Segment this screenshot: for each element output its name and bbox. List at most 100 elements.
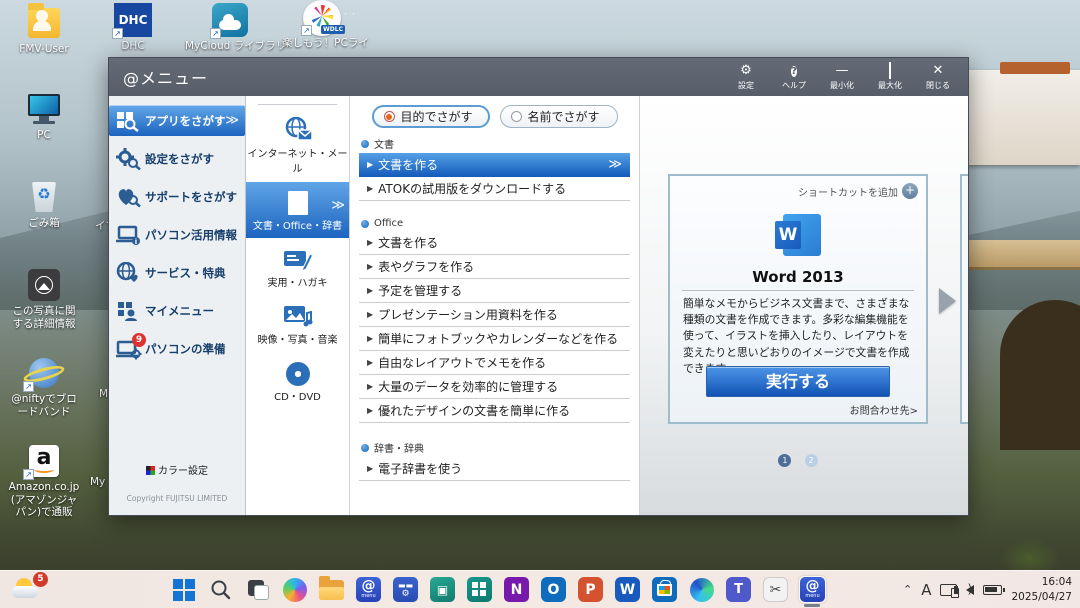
- list-item-manage-schedule[interactable]: ▶予定を管理する: [359, 279, 630, 303]
- list-item-well-designed-docs[interactable]: ▶優れたデザインの文書を簡単に作る: [359, 399, 630, 423]
- window-titlebar[interactable]: @メニュー ⚙ 設定 ? ヘルプ — 最小化 最大化: [109, 58, 968, 96]
- carousel-next-arrow[interactable]: [939, 288, 956, 314]
- triangle-icon: ▶: [367, 238, 373, 247]
- minimize-icon: —: [836, 63, 849, 79]
- copyright-text: Copyright FUJITSU LIMITED: [109, 494, 245, 503]
- powerpoint-button[interactable]: P: [577, 576, 604, 603]
- laptop-gear-icon: 9: [116, 338, 142, 360]
- widgets-button[interactable]: 5: [10, 574, 50, 606]
- triangle-icon: ▶: [367, 358, 373, 367]
- heart-search-icon: [116, 186, 142, 208]
- weather-cloud-icon: [12, 586, 38, 598]
- word-button[interactable]: W: [614, 576, 641, 603]
- teams-icon: T: [726, 577, 751, 602]
- list-item-atok-trial[interactable]: ▶ ATOKの試用版をダウンロードする: [359, 177, 630, 201]
- desktop-icon-dhc[interactable]: DHC↗ DHC: [100, 3, 166, 53]
- wallpaper-bridge: [955, 240, 1080, 270]
- category-video-photo-music[interactable]: 映像・写真・音楽: [246, 296, 349, 352]
- notification-badge: 9: [132, 333, 146, 347]
- gear-icon: ⚙: [740, 63, 752, 79]
- sidebar-item-pc-info[interactable]: i パソコン活用情報: [109, 219, 245, 250]
- category-column: インターネット・メール 文書・Office・辞書 ≫ 実用・ハガキ: [246, 96, 350, 515]
- file-explorer-button[interactable]: [318, 576, 345, 603]
- list-item-free-layout-memo[interactable]: ▶自由なレイアウトでメモを作る: [359, 351, 630, 375]
- desktop-icon-label: ごみ箱: [8, 217, 80, 230]
- triangle-icon: ▶: [367, 464, 373, 473]
- edge-button[interactable]: [688, 576, 715, 603]
- atmenu-pinned-button[interactable]: @menu: [355, 576, 382, 603]
- sidebar-item-services[interactable]: サービス・特典: [109, 257, 245, 288]
- panes-app-button[interactable]: [466, 576, 493, 603]
- page-dot-2[interactable]: 2: [805, 454, 818, 467]
- atmenu-window: @メニュー ⚙ 設定 ? ヘルプ — 最小化 最大化: [108, 57, 969, 516]
- ime-indicator[interactable]: A: [921, 581, 931, 599]
- outlook-icon: O: [541, 577, 566, 602]
- list-item-create-document[interactable]: ▶ 文書を作る ≫: [359, 153, 630, 177]
- task-view-button[interactable]: [244, 576, 271, 603]
- maximize-button[interactable]: 最大化: [868, 60, 912, 94]
- desktop-icon-amazon[interactable]: a↗ Amazon.co.jp(アマゾンジャパン)で通販: [8, 444, 80, 519]
- settings-button[interactable]: ⚙ 設定: [724, 60, 768, 94]
- copilot-button[interactable]: [281, 576, 308, 603]
- list-item-manage-data[interactable]: ▶大量のデータを効率的に管理する: [359, 375, 630, 399]
- sidebar-item-find-apps[interactable]: アプリをさがす ≫: [109, 105, 245, 136]
- teams-button[interactable]: T: [725, 576, 752, 603]
- desktop-icon-wdlc[interactable]: WDLC↗ 楽しもう！PCライ: [282, 0, 362, 50]
- start-button[interactable]: [170, 576, 197, 603]
- list-item-presentation[interactable]: ▶プレゼンテーション用資料を作る: [359, 303, 630, 327]
- snipping-tool-button[interactable]: ✂: [762, 576, 789, 603]
- triangle-icon: ▶: [367, 382, 373, 391]
- sidebar-item-find-settings[interactable]: 設定をさがす: [109, 143, 245, 174]
- maximize-icon: [889, 63, 891, 79]
- sidebar-item-pc-setup[interactable]: 9 パソコンの準備: [109, 333, 245, 364]
- desktop-icon-pc[interactable]: PC: [8, 92, 80, 142]
- desktop-icon-photo-info[interactable]: この写真に関する詳細情報: [8, 268, 80, 330]
- contact-link[interactable]: お問合わせ先>: [850, 402, 918, 417]
- outlook-button[interactable]: O: [540, 576, 567, 603]
- tray-overflow-chevron[interactable]: ⌃: [903, 583, 912, 596]
- add-shortcut-link[interactable]: ショートカットを追加 +: [798, 183, 918, 199]
- desktop-icon-fmv-user[interactable]: FMV-User: [8, 6, 80, 56]
- triangle-icon: ▶: [367, 160, 373, 169]
- run-button[interactable]: 実行する: [706, 366, 890, 397]
- atmenu-active-button[interactable]: @menu: [799, 576, 826, 603]
- desktop-icon-recycle-bin[interactable]: ♻ ごみ箱: [8, 180, 80, 230]
- ms-store-button[interactable]: [651, 576, 678, 603]
- section-bullet-icon: [361, 444, 369, 452]
- desktop-icon-label: FMV-User: [8, 43, 80, 56]
- sidebar-item-my-menu[interactable]: マイメニュー: [109, 295, 245, 326]
- desktop-icon-nifty[interactable]: ↗ @niftyでブロードバンド: [8, 356, 80, 418]
- wallpaper-roof: [1000, 62, 1070, 74]
- tab-search-by-name[interactable]: 名前でさがす: [500, 105, 618, 128]
- help-button[interactable]: ? ヘルプ: [772, 60, 816, 94]
- laptop-info-icon: i: [116, 224, 142, 246]
- atmenu-icon: @menu: [800, 577, 825, 602]
- category-docs-office[interactable]: 文書・Office・辞書 ≫: [246, 182, 349, 238]
- tab-search-by-purpose[interactable]: 目的でさがす: [372, 105, 490, 128]
- battery-icon[interactable]: [983, 585, 1002, 595]
- shortcut-arrow-icon: ↗: [112, 28, 123, 39]
- close-button[interactable]: ✕ 閉じる: [916, 60, 960, 94]
- category-cd-dvd[interactable]: CD・DVD: [246, 353, 349, 409]
- taskbar-clock[interactable]: 16:04 2025/04/27: [1011, 575, 1072, 603]
- onenote-button[interactable]: N: [503, 576, 530, 603]
- color-setting-link[interactable]: カラー設定: [109, 462, 245, 477]
- plus-icon: +: [902, 183, 918, 199]
- fmv-menu-button[interactable]: ▬▬⚙: [392, 576, 419, 603]
- sidebar-item-find-support[interactable]: サポートをさがす: [109, 181, 245, 212]
- desktop-label-fragment: My: [90, 476, 105, 488]
- volume-icon[interactable]: [966, 585, 974, 595]
- triangle-icon: ▶: [367, 406, 373, 415]
- search-button[interactable]: [207, 576, 234, 603]
- list-item-photobook-calendar[interactable]: ▶簡単にフォトブックやカレンダーなどを作る: [359, 327, 630, 351]
- minimize-button[interactable]: — 最小化: [820, 60, 864, 94]
- mycloud-button[interactable]: ▣: [429, 576, 456, 603]
- close-icon: ✕: [933, 63, 944, 79]
- category-internet-mail[interactable]: インターネット・メール: [246, 110, 349, 181]
- page-dot-1[interactable]: 1: [778, 454, 791, 467]
- list-item-tables-graphs[interactable]: ▶表やグラフを作る: [359, 255, 630, 279]
- category-practical-postcard[interactable]: 実用・ハガキ: [246, 239, 349, 295]
- list-item-office-create-document[interactable]: ▶文書を作る: [359, 231, 630, 255]
- desktop-icon-mycloud-library[interactable]: ・・↗ MyCloud ライブラリ: [185, 3, 277, 53]
- list-item-electronic-dictionary[interactable]: ▶電子辞書を使う: [359, 457, 630, 481]
